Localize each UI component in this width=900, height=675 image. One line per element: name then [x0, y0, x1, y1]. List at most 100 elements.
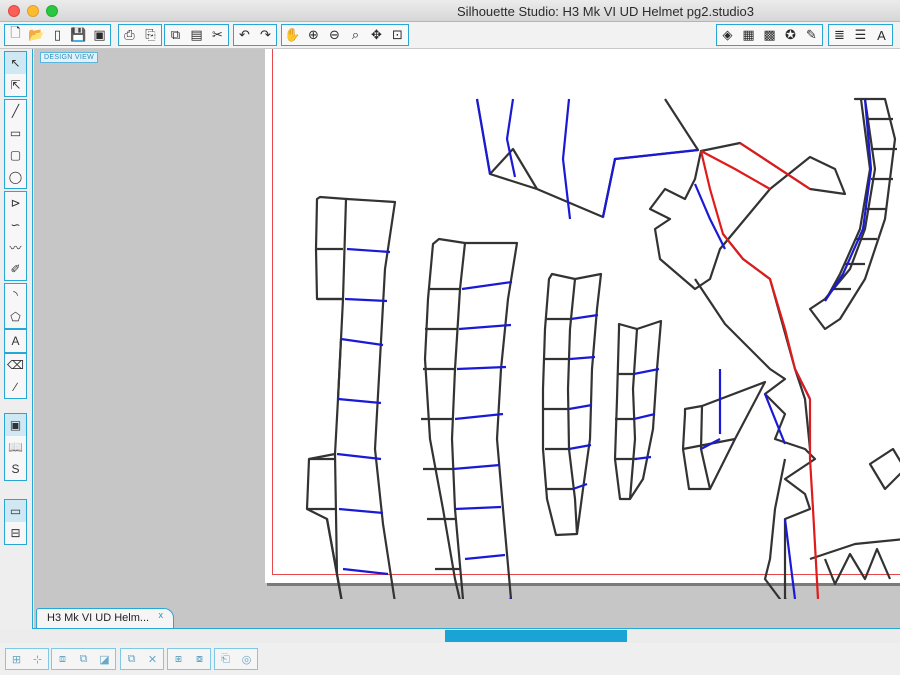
horizontal-scrollbar[interactable] — [33, 628, 900, 642]
window-title: Silhouette Studio: H3 Mk VI UD Helmet pg… — [457, 4, 754, 19]
weld-icon[interactable]: ⧉ — [121, 649, 142, 669]
window-zoom-button[interactable] — [46, 5, 58, 17]
erase-tools-group: ⌫ ∕ — [4, 353, 27, 399]
view-mode-group: ▣ 📖 S — [4, 413, 27, 481]
regular-polygon-tool-icon[interactable]: ⬠ — [5, 306, 26, 328]
cut-lines — [305, 97, 900, 599]
open-file-icon[interactable]: ▯ — [47, 25, 68, 45]
mountain-fold-lines — [699, 142, 820, 599]
split-window-icon[interactable]: ⊟ — [5, 522, 26, 544]
text-tools-group: A — [4, 329, 27, 353]
save-icon[interactable]: 💾 — [68, 25, 89, 45]
print-icon[interactable]: ⎙ — [119, 25, 140, 45]
window-close-button[interactable] — [8, 5, 20, 17]
text-style-icon[interactable]: A — [871, 25, 892, 45]
fill-color-icon[interactable]: ◈ — [717, 25, 738, 45]
file-tools-group: 🗋 📂 ▯ 💾 ▣ — [4, 24, 111, 46]
align-tools-group: ⊞ ⊹ — [5, 648, 49, 670]
gradient-icon[interactable]: ▦ — [738, 25, 759, 45]
path-tools-group: ⊳ ∽ 〰 ✐ — [4, 191, 27, 281]
silhouette-store-icon[interactable]: S — [5, 458, 26, 480]
paste-icon[interactable]: ▤ — [186, 25, 207, 45]
library-icon[interactable]: 📖 — [5, 436, 26, 458]
compound-path-icon[interactable]: ◪ — [94, 649, 115, 669]
rectangle-tool-icon[interactable]: ▭ — [5, 122, 26, 144]
smooth-freehand-tool-icon[interactable]: ✐ — [5, 258, 26, 280]
select-tools-group: ↖ ⇱ — [4, 51, 27, 97]
pattern-piece-right-bottom — [809, 447, 900, 561]
pattern-piece-spine — [648, 141, 847, 291]
delete-icon[interactable]: ✕ — [142, 649, 163, 669]
zoom-box-icon[interactable]: ⌕ — [345, 25, 366, 45]
line-tool-icon[interactable]: ╱ — [5, 100, 26, 122]
bring-forward-icon[interactable]: ⧆ — [168, 649, 189, 669]
document-tab-label: H3 Mk VI UD Helm... — [47, 612, 150, 624]
new-document-icon[interactable]: 🗋 — [5, 25, 26, 45]
window-mode-group: ▭ ⊟ — [4, 499, 27, 545]
pan-hand-icon[interactable]: ✋ — [282, 25, 303, 45]
rounded-rectangle-tool-icon[interactable]: ▢ — [5, 144, 26, 166]
replicate-icon[interactable]: ⎗ — [215, 649, 236, 669]
pattern-piece-arc — [808, 97, 897, 331]
save-as-icon[interactable]: ▣ — [89, 25, 110, 45]
zoom-drag-icon[interactable]: ✥ — [366, 25, 387, 45]
horizontal-scrollbar-thumb[interactable] — [445, 630, 627, 642]
view-tools-group: ✋ ⊕ ⊖ ⌕ ✥ ⊡ — [281, 24, 409, 46]
design-page[interactable] — [265, 49, 900, 599]
draw-tools-group: ╱ ▭ ▢ ◯ — [4, 99, 27, 189]
arc-tool-icon[interactable]: ◝ — [5, 284, 26, 306]
zoom-out-icon[interactable]: ⊖ — [324, 25, 345, 45]
freehand-tool-icon[interactable]: 〰 — [5, 236, 26, 258]
line-settings-icon[interactable]: ☰ — [850, 25, 871, 45]
right-tools-group: ≣ ☰ A — [828, 24, 893, 46]
send-backward-icon[interactable]: ⧇ — [189, 649, 210, 669]
redo-icon[interactable]: ↷ — [255, 25, 276, 45]
bottom-toolbar: ⊞ ⊹ ⧈ ⧉ ◪ ⧉ ✕ ⧆ ⧇ ⎗ ◎ — [0, 643, 900, 675]
eraser-tool-icon[interactable]: ⌫ — [5, 354, 26, 376]
arrange-tools-group: ⧆ ⧇ — [167, 648, 211, 670]
pattern-piece-strip-4 — [613, 319, 663, 501]
polygon-tool-icon[interactable]: ⊳ — [5, 192, 26, 214]
document-tab[interactable]: H3 Mk VI UD Helm... x — [36, 608, 174, 628]
single-window-icon[interactable]: ▭ — [5, 500, 26, 522]
design-workspace[interactable]: DESIGN VIEW — [34, 49, 900, 629]
panel-tools-group: ◈ ▦ ▩ ✪ ✎ — [716, 24, 823, 46]
group-tools-group: ⧈ ⧉ ◪ — [51, 648, 116, 670]
pattern-piece-small — [681, 380, 767, 491]
cut-settings-icon[interactable]: ≣ — [829, 25, 850, 45]
cut-icon[interactable]: ✂ — [207, 25, 228, 45]
tool-palette: ↖ ⇱ ╱ ▭ ▢ ◯ ⊳ ∽ 〰 ✐ ◝ ⬠ A ⌫ ∕ ▣ 📖 S ▭ ⊟ — [0, 49, 33, 629]
main-toolbar: 🗋 📂 ▯ 💾 ▣ ⎙ ⎘ ⧉ ▤ ✂ ↶ ↷ ✋ ⊕ ⊖ ⌕ ✥ ⊡ ◈ ▦ ▩ ✪ ✎ ≣ ☰ A — [0, 22, 900, 49]
undo-icon[interactable]: ↶ — [234, 25, 255, 45]
fill-pattern-icon[interactable]: ▩ — [759, 25, 780, 45]
print-cut-icon[interactable]: ⎘ — [140, 25, 161, 45]
document-tab-close-icon[interactable]: x — [159, 610, 164, 620]
curve-tool-icon[interactable]: ∽ — [5, 214, 26, 236]
line-style-icon[interactable]: ✎ — [801, 25, 822, 45]
zoom-in-icon[interactable]: ⊕ — [303, 25, 324, 45]
pattern-piece-strip-1 — [305, 195, 397, 599]
align-icon[interactable]: ⊞ — [6, 649, 27, 669]
group-icon[interactable]: ⧈ — [52, 649, 73, 669]
edit-tools-group: ⧉ ▤ ✂ — [164, 24, 229, 46]
helmet-pattern-pieces[interactable] — [265, 49, 900, 599]
text-tool-icon[interactable]: A — [5, 330, 26, 352]
ungroup-icon[interactable]: ⧉ — [73, 649, 94, 669]
knife-tool-icon[interactable]: ∕ — [5, 376, 26, 398]
line-color-icon[interactable]: ✪ — [780, 25, 801, 45]
window-minimize-button[interactable] — [27, 5, 39, 17]
other-tools-group: ⎗ ◎ — [214, 648, 258, 670]
open-folder-icon[interactable]: 📂 — [26, 25, 47, 45]
copy-icon[interactable]: ⧉ — [165, 25, 186, 45]
print-tools-group: ⎙ ⎘ — [118, 24, 162, 46]
modify-tools-group: ⧉ ✕ — [120, 648, 164, 670]
design-view-label: DESIGN VIEW — [40, 52, 98, 63]
center-align-icon[interactable]: ⊹ — [27, 649, 48, 669]
design-view-icon[interactable]: ▣ — [5, 414, 26, 436]
offset-icon[interactable]: ◎ — [236, 649, 257, 669]
edit-points-icon[interactable]: ⇱ — [5, 74, 26, 96]
ellipse-tool-icon[interactable]: ◯ — [5, 166, 26, 188]
select-arrow-icon[interactable]: ↖ — [5, 52, 26, 74]
shape-tools-group: ◝ ⬠ — [4, 283, 27, 329]
fit-to-page-icon[interactable]: ⊡ — [387, 25, 408, 45]
